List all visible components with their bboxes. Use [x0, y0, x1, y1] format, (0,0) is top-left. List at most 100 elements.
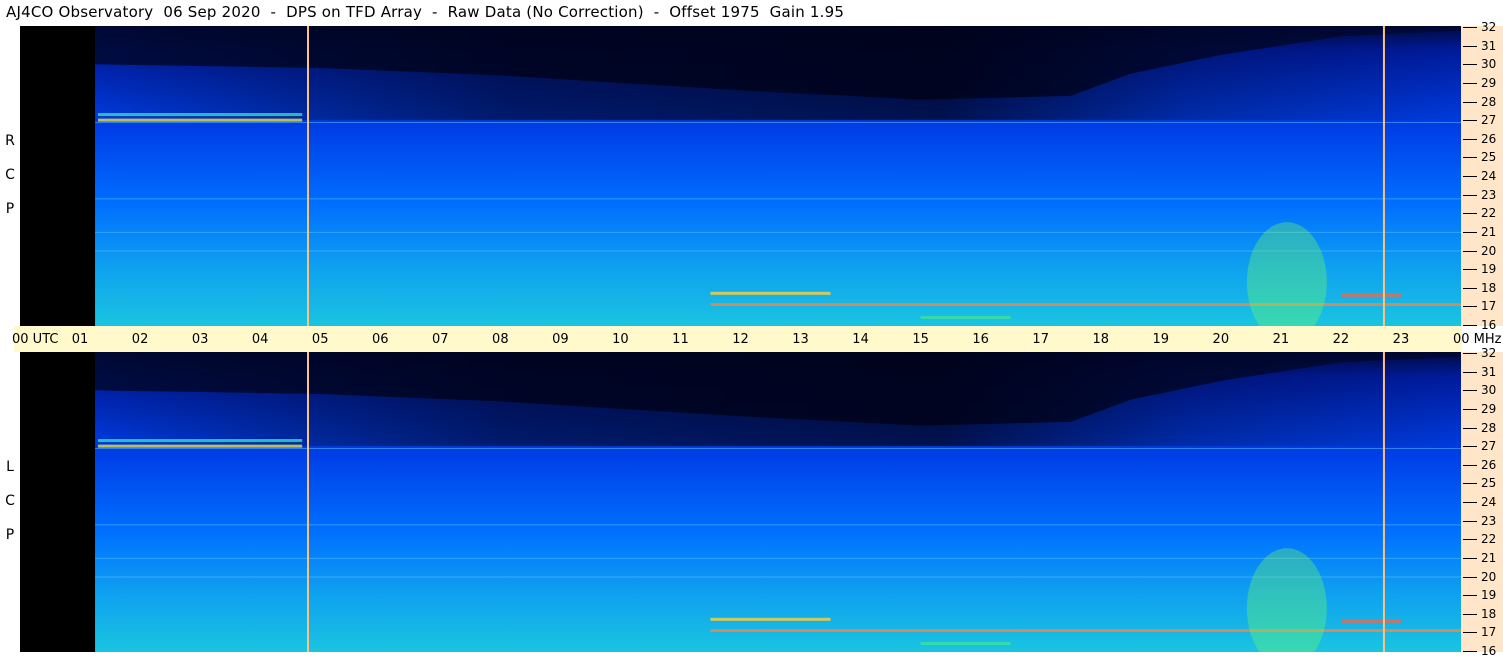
freq-tick-label: 30: [1481, 57, 1497, 72]
emission-streak: [98, 113, 303, 117]
freq-tick-label: 28: [1481, 420, 1497, 435]
time-tick: 20: [1212, 332, 1230, 347]
freq-tick-mark: [1463, 446, 1477, 448]
lcp-letter-2: C: [5, 493, 15, 509]
freq-tick-mark: [1463, 45, 1477, 47]
freq-tick-mark: [1463, 176, 1477, 177]
emission-streak: [710, 291, 831, 295]
freq-tick-label: 20: [1481, 569, 1497, 584]
freq-tick-mark: [1463, 325, 1477, 326]
freq-tick-label: 18: [1481, 606, 1497, 621]
emission-streak: [98, 444, 303, 448]
freq-tick-mark: [1463, 632, 1477, 634]
freq-tick-label: 28: [1481, 94, 1497, 109]
vertical-marker-2: [1382, 352, 1385, 652]
rcp-spectrogram-svg: [20, 26, 1461, 326]
freq-tick-mark: [1463, 101, 1477, 103]
freq-tick-mark: [1463, 157, 1477, 159]
freq-tick-mark: [1463, 464, 1477, 466]
freq-tick-label: 22: [1481, 532, 1497, 547]
vertical-marker-1: [306, 352, 309, 652]
freq-tick-label: 27: [1481, 439, 1497, 454]
time-tick: 09: [552, 332, 569, 347]
time-tick: 08: [492, 332, 509, 347]
interference-line: [95, 198, 1461, 200]
freq-tick-label: 32: [1481, 346, 1497, 360]
interference-line: [95, 524, 1461, 526]
time-tick: 07: [432, 332, 449, 347]
freq-tick-label: 32: [1481, 20, 1497, 34]
freq-tick-mark: [1463, 194, 1477, 196]
time-tick: 16: [972, 332, 989, 347]
freq-tick-mark: [1463, 353, 1477, 354]
time-tick: 10: [612, 332, 629, 347]
freq-tick-label: 27: [1481, 113, 1497, 128]
freq-tick-label: 26: [1481, 131, 1497, 146]
freq-tick-mark: [1463, 306, 1477, 308]
lcp-spectrogram-svg: [20, 352, 1461, 652]
time-tick: 18: [1092, 332, 1110, 347]
rcp-spectrogram: [20, 26, 1461, 326]
time-tick: 05: [311, 332, 329, 347]
freq-tick-label: 19: [1481, 262, 1497, 277]
freq-tick-label: 25: [1481, 476, 1497, 491]
emission-streak: [710, 303, 1461, 307]
freq-tick-label: 21: [1481, 550, 1497, 565]
night-shade: [95, 26, 1461, 121]
lcp-letter-3: P: [5, 527, 15, 543]
freq-tick-label: 25: [1481, 150, 1497, 165]
freq-tick-label: 24: [1481, 169, 1497, 183]
freq-tick-mark: [1463, 613, 1477, 615]
freq-tick-mark: [1463, 82, 1477, 84]
time-tick: 21: [1272, 332, 1290, 347]
freq-tick-label: 20: [1481, 243, 1497, 258]
freq-tick-label: 21: [1481, 224, 1497, 239]
time-tick: 01: [71, 332, 89, 347]
freq-tick-label: 31: [1481, 38, 1497, 53]
emission-streak: [710, 617, 831, 621]
freq-tick-mark: [1463, 269, 1477, 271]
freq-tick-mark: [1463, 502, 1477, 503]
emission-streak: [98, 439, 303, 443]
lcp-label: L C P: [0, 450, 20, 552]
freq-tick-mark: [1463, 576, 1477, 578]
freq-tick-mark: [1463, 371, 1477, 373]
freq-tick-mark: [1463, 250, 1477, 252]
time-tick: 03: [191, 332, 209, 347]
time-tick: 23: [1392, 332, 1410, 347]
freq-tick-mark: [1463, 138, 1477, 140]
vertical-marker-1: [306, 26, 309, 326]
rcp-letter-3: P: [5, 201, 15, 217]
freq-tick-mark: [1463, 408, 1477, 410]
emission-streak: [98, 118, 303, 122]
freq-tick-label: 24: [1481, 495, 1497, 509]
time-tick: 02: [131, 332, 149, 347]
time-tick: 17: [1032, 332, 1049, 347]
interference-line: [95, 447, 1461, 449]
time-tick: 00 MHz: [1453, 332, 1502, 347]
freq-tick-mark: [1463, 287, 1477, 289]
emission-streak: [710, 629, 1461, 633]
emission-streak: [1340, 293, 1401, 297]
emission-streak: [1340, 619, 1401, 623]
time-tick: 14: [852, 332, 869, 347]
freq-tick-mark: [1463, 539, 1477, 541]
freq-tick-mark: [1463, 213, 1477, 215]
freq-tick-mark: [1463, 120, 1477, 122]
freq-tick-mark: [1463, 390, 1477, 392]
freq-tick-label: 17: [1481, 625, 1497, 640]
freq-tick-label: 16: [1481, 644, 1497, 658]
freq-tick-mark: [1463, 483, 1477, 485]
freq-tick-label: 29: [1481, 75, 1497, 90]
freq-tick-label: 29: [1481, 401, 1497, 416]
freq-tick-mark: [1463, 595, 1477, 597]
emission-streak: [920, 316, 1011, 320]
freq-tick-mark: [1463, 27, 1477, 28]
freq-tick-label: 18: [1481, 280, 1497, 295]
interference-line: [95, 557, 1461, 559]
time-tick: 15: [912, 332, 929, 347]
freq-tick-mark: [1463, 557, 1477, 559]
time-tick: 12: [732, 332, 749, 347]
interference-line: [95, 121, 1461, 123]
time-tick: 19: [1152, 332, 1170, 347]
